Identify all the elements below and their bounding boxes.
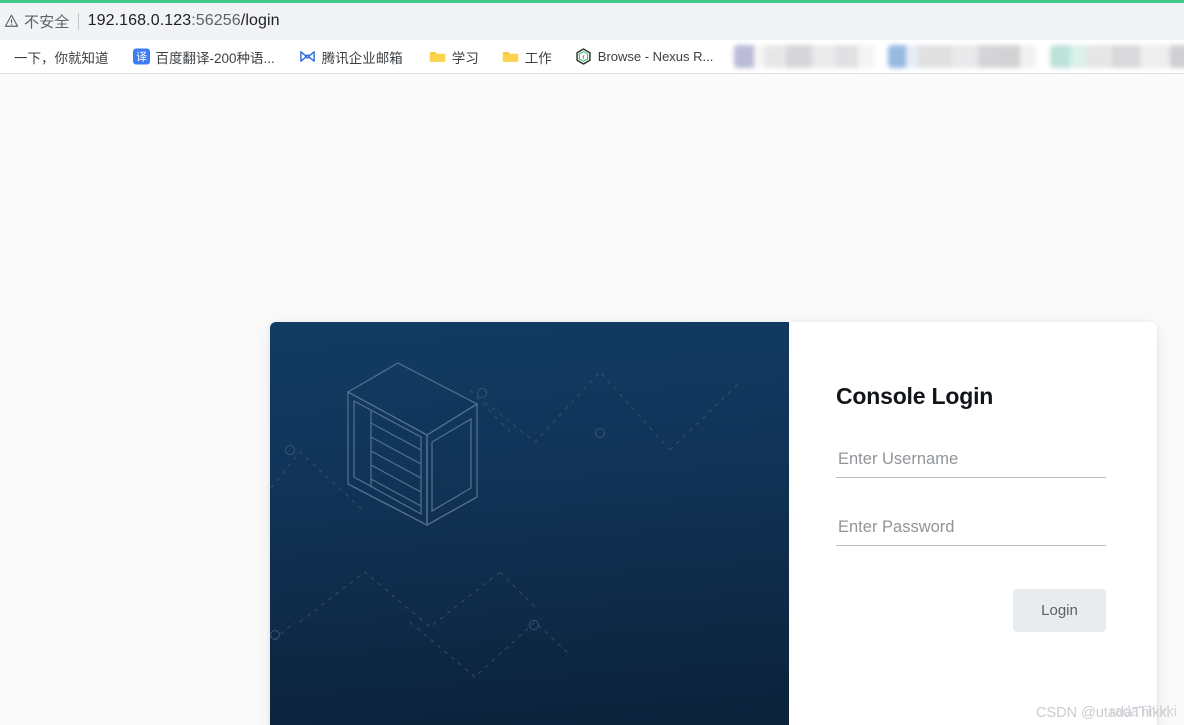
- url-port: :56256: [191, 12, 241, 29]
- login-card: Console Login Login: [270, 322, 1157, 725]
- baidu-translate-icon: 译: [132, 48, 150, 65]
- folder-icon: [429, 48, 446, 65]
- security-status-label: 不安全: [24, 13, 70, 31]
- bookmark-item[interactable]: 工作: [495, 44, 559, 70]
- bookmark-item-redacted[interactable]: [1050, 45, 1184, 68]
- bookmark-label: 腾讯企业邮箱: [321, 50, 403, 66]
- bookmark-item[interactable]: 学习: [422, 44, 486, 70]
- bookmark-label: Browse - Nexus R...: [597, 49, 714, 64]
- bookmark-item[interactable]: 一下，你就知道: [0, 44, 116, 70]
- bookmark-item[interactable]: 译 百度翻译-200种语...: [126, 44, 282, 70]
- password-field-wrapper: [836, 518, 1106, 546]
- username-input[interactable]: [836, 450, 1106, 478]
- login-illustration-panel: [270, 322, 789, 725]
- bookmarks-bar: 一下，你就知道 译 百度翻译-200种语... 腾讯企业邮箱 学习 工作 r B…: [0, 40, 1184, 74]
- bookmark-item[interactable]: 腾讯企业邮箱: [292, 44, 410, 70]
- browser-address-bar[interactable]: 不安全 192.168.0.123:56256/login: [0, 3, 1184, 40]
- password-input[interactable]: [836, 518, 1106, 546]
- url-path: /login: [240, 12, 280, 29]
- url-host: 192.168.0.123: [87, 12, 192, 29]
- page-title: Console Login: [836, 383, 994, 409]
- url-text: 192.168.0.123:56256/login: [88, 12, 280, 30]
- omnibox-divider: [77, 12, 79, 30]
- isometric-server-rack-illustration: [270, 362, 741, 678]
- folder-icon: [502, 48, 519, 65]
- bookmark-item-redacted[interactable]: [734, 45, 875, 68]
- nexus-repository-icon: r: [575, 48, 592, 65]
- tencent-exmail-icon: [299, 48, 316, 65]
- login-form-panel: Console Login Login: [789, 322, 1157, 725]
- bookmark-item-redacted[interactable]: [888, 45, 1037, 68]
- warning-triangle-icon: [4, 14, 19, 28]
- bookmark-label: 一下，你就知道: [14, 50, 109, 66]
- bookmark-label: 工作: [524, 50, 552, 66]
- bookmark-label: 学习: [451, 50, 479, 66]
- login-button[interactable]: Login: [1013, 589, 1106, 632]
- bookmark-item[interactable]: r Browse - Nexus R...: [568, 44, 721, 70]
- baidu-search-icon: [0, 48, 8, 65]
- login-button-row: Login: [836, 589, 1106, 632]
- bookmark-label: 百度翻译-200种语...: [155, 50, 275, 66]
- username-field-wrapper: [836, 450, 1106, 478]
- svg-text:译: 译: [136, 51, 147, 64]
- page-content: Console Login Login CSDN @utadaThikkirad…: [0, 74, 1184, 725]
